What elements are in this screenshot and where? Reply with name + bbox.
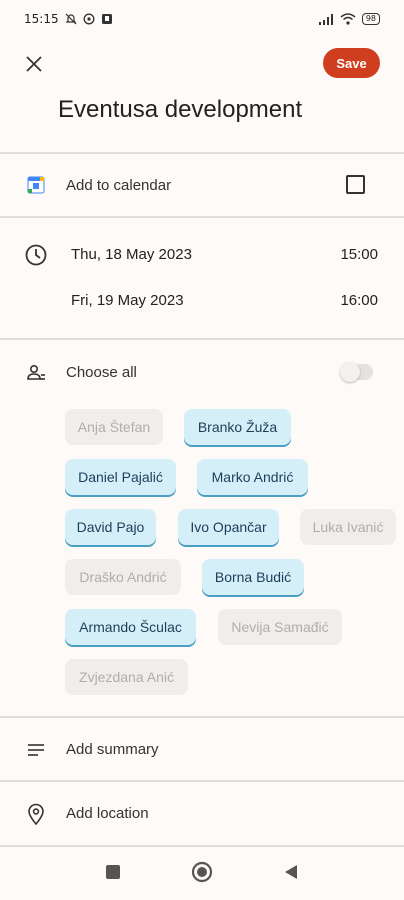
participant-chip[interactable]: Branko Žuža: [184, 409, 291, 445]
participant-name: Armando Šculac: [79, 619, 182, 635]
google-calendar-icon: [24, 173, 48, 197]
location-pin-icon: [24, 802, 48, 826]
wifi-icon: [340, 13, 356, 25]
toggle-knob: [340, 362, 360, 382]
divider: [0, 216, 404, 218]
status-bar: 15:15 98: [0, 0, 404, 38]
participant-chip[interactable]: Nevija Samađić: [218, 609, 342, 645]
participant-chip[interactable]: Zvjezdana Anić: [65, 659, 188, 695]
participant-chip[interactable]: Ivo Opančar: [178, 509, 279, 545]
participant-chip[interactable]: Luka Ivanić: [300, 509, 396, 545]
add-to-calendar-checkbox[interactable]: [346, 175, 365, 194]
system-nav-bar: [0, 844, 404, 900]
save-button[interactable]: Save: [323, 48, 380, 78]
participant-chip[interactable]: Armando Šculac: [65, 609, 196, 645]
participant-name: Draško Andrić: [79, 569, 167, 585]
signal-icon: [318, 14, 333, 25]
divider: [0, 152, 404, 154]
add-location-field[interactable]: Add location: [66, 805, 149, 822]
dnd-icon: [65, 13, 77, 25]
summary-icon: [24, 738, 48, 762]
divider: [0, 716, 404, 718]
participant-name: Marko Andrić: [211, 469, 294, 485]
close-icon: [26, 56, 42, 72]
clock-icon: [24, 243, 48, 267]
top-bar: Save: [0, 40, 404, 88]
participant-name: Ivo Opančar: [190, 519, 267, 535]
notification-icon: [101, 14, 112, 24]
add-to-calendar-label: Add to calendar: [66, 177, 172, 194]
participant-chip[interactable]: David Pajo: [65, 509, 156, 545]
status-left-icons: [65, 13, 113, 25]
participant-chip[interactable]: Marko Andrić: [197, 459, 308, 495]
participant-chip[interactable]: Daniel Pajalić: [65, 459, 176, 495]
status-time: 15:15: [24, 12, 59, 26]
participant-chip[interactable]: Anja Štefan: [65, 409, 163, 445]
choose-all-toggle[interactable]: [340, 362, 373, 382]
status-right-icons: 98: [318, 13, 380, 25]
end-time[interactable]: 16:00: [340, 292, 378, 309]
battery-icon: 98: [361, 13, 380, 25]
participant-name: Branko Žuža: [197, 419, 278, 435]
participant-name: Daniel Pajalić: [78, 469, 163, 485]
participant-chip[interactable]: Draško Andrić: [65, 559, 181, 595]
people-icon: [24, 361, 48, 385]
participant-name: Zvjezdana Anić: [79, 669, 174, 685]
participant-name: Nevija Samađić: [231, 619, 329, 635]
participant-name: Anja Štefan: [77, 419, 151, 435]
participant-name: Borna Budić: [214, 569, 292, 585]
participant-chip[interactable]: Borna Budić: [202, 559, 304, 595]
start-time[interactable]: 15:00: [340, 246, 378, 263]
event-title[interactable]: Eventusa development: [58, 96, 302, 124]
participant-name: David Pajo: [76, 519, 145, 535]
choose-all-label: Choose all: [66, 364, 137, 381]
whatsapp-icon: [83, 13, 95, 25]
divider: [0, 338, 404, 340]
divider: [0, 780, 404, 782]
end-date[interactable]: Fri, 19 May 2023: [71, 292, 184, 309]
close-button[interactable]: [20, 50, 48, 78]
back-triangle-icon[interactable]: [283, 864, 299, 880]
start-date[interactable]: Thu, 18 May 2023: [71, 246, 192, 263]
recents-square-icon[interactable]: [105, 864, 121, 880]
add-summary-field[interactable]: Add summary: [66, 741, 159, 758]
participant-name: Luka Ivanić: [312, 519, 384, 535]
home-circle-icon[interactable]: [191, 861, 213, 883]
